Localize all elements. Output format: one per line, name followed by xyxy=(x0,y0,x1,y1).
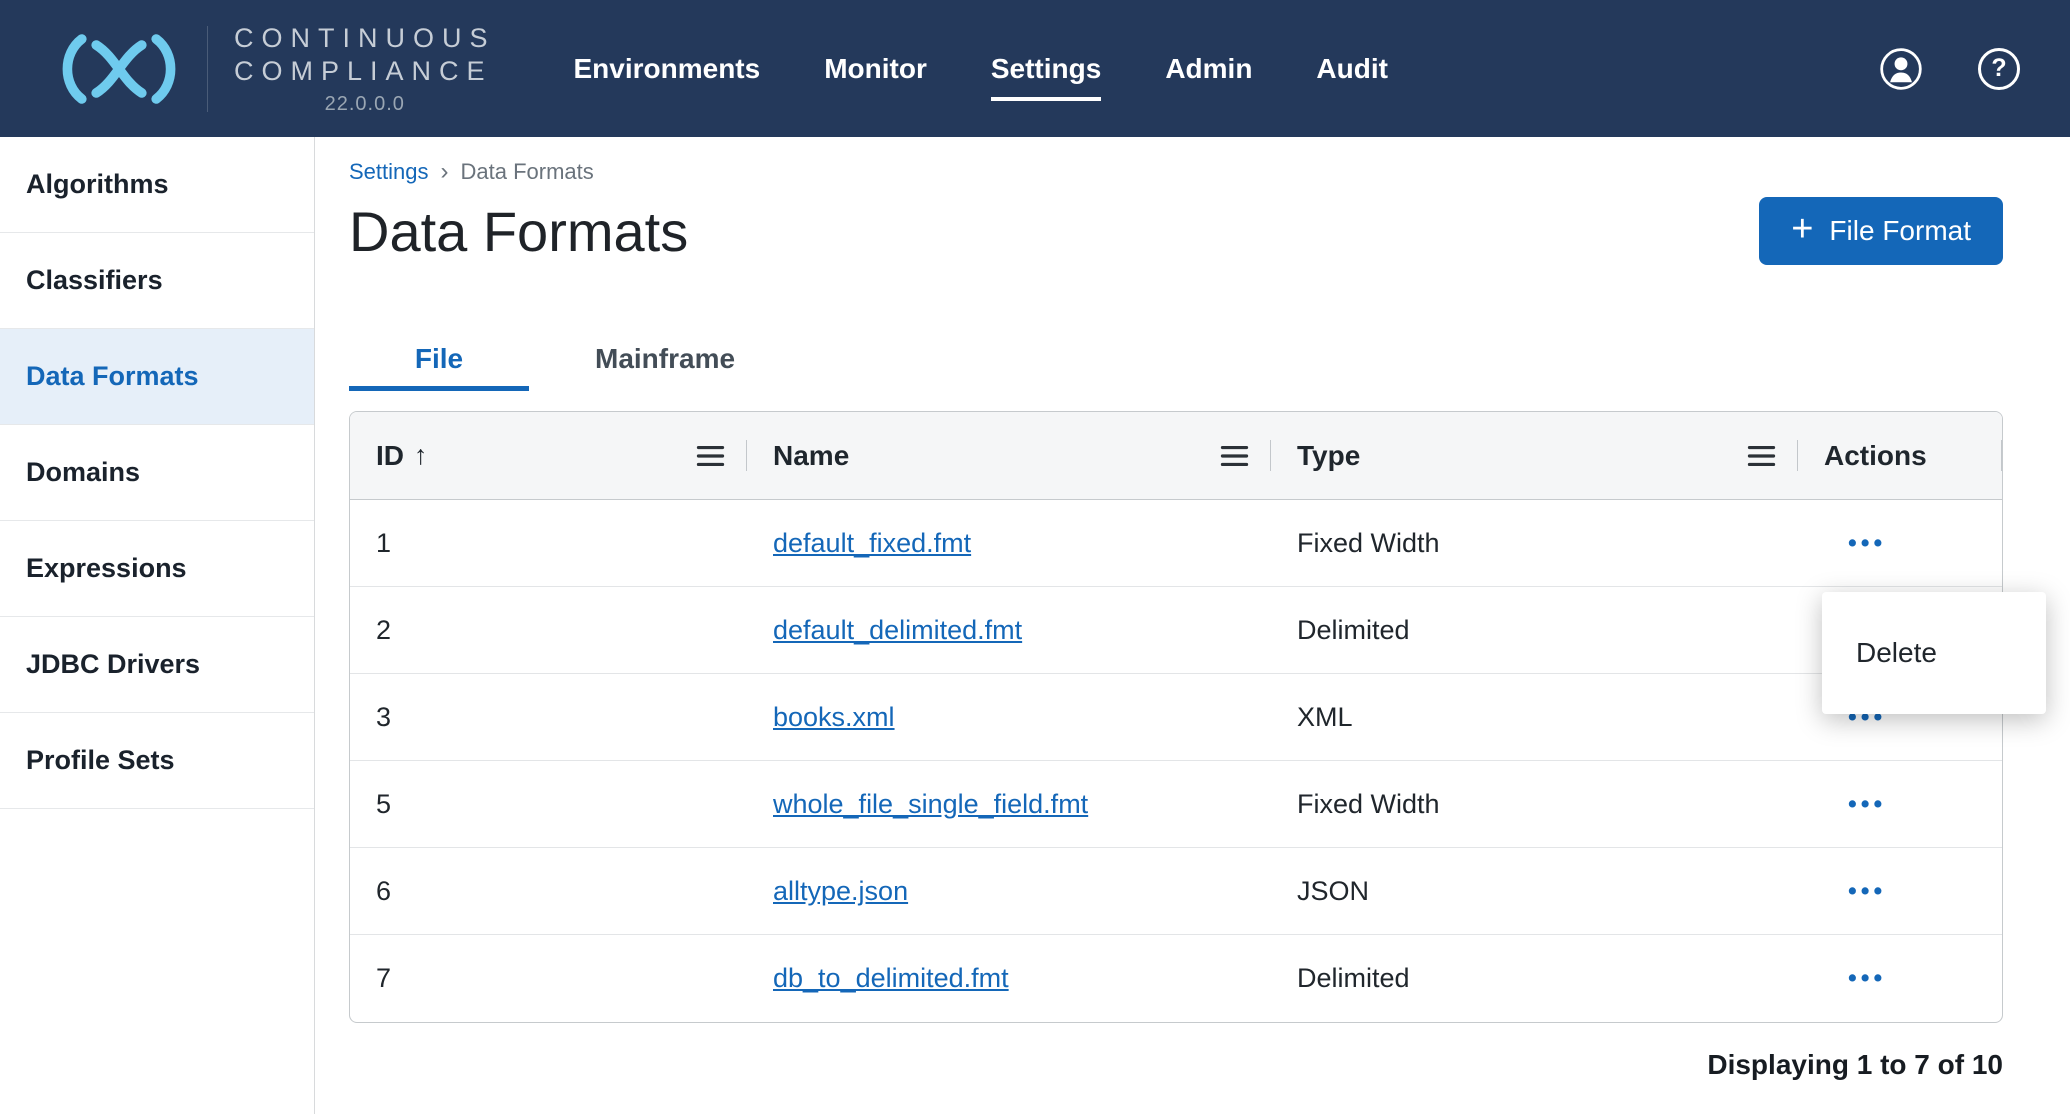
sidebar-item-data-formats[interactable]: Data Formats xyxy=(0,329,314,425)
cell-name: books.xml xyxy=(747,674,1271,760)
sidebar-item-classifiers[interactable]: Classifiers xyxy=(0,233,314,329)
main-content: Settings › Data Formats Data Formats + F… xyxy=(315,137,2070,1081)
column-header-id-label: ID xyxy=(376,440,404,472)
sidebar-item-jdbc-drivers[interactable]: JDBC Drivers xyxy=(0,617,314,713)
table-row: 3books.xmlXML••• xyxy=(350,674,2002,761)
format-name-link[interactable]: default_fixed.fmt xyxy=(773,528,971,559)
table-body: 1 default_fixed.fmt Fixed Width ••• 2 default… xyxy=(350,500,2002,1022)
plus-icon: + xyxy=(1791,210,1813,248)
column-header-type-label: Type xyxy=(1297,440,1360,472)
table-header: ID ↑ Name Type xyxy=(350,412,2002,500)
primary-nav: Environments Monitor Settings Admin Audit xyxy=(574,53,1388,85)
format-name-link[interactable]: books.xml xyxy=(773,702,895,733)
context-menu-item-delete[interactable]: Delete xyxy=(1822,622,2046,684)
breadcrumb-separator-icon: › xyxy=(441,158,449,186)
pagination-summary: Displaying 1 to 7 of 10 xyxy=(349,1049,2003,1081)
cell-actions: ••• xyxy=(1798,500,2002,586)
cell-name: default_delimited.fmt xyxy=(747,587,1271,673)
column-header-type[interactable]: Type xyxy=(1271,412,1798,499)
column-menu-icon[interactable] xyxy=(696,445,725,467)
row-actions-button[interactable]: ••• xyxy=(1848,877,1886,906)
format-name-link[interactable]: db_to_delimited.fmt xyxy=(773,963,1009,994)
cell-type: Fixed Width xyxy=(1271,500,1798,586)
navbar-icons: ? xyxy=(1878,46,2020,92)
cell-type: JSON xyxy=(1271,848,1798,934)
row-actions-button[interactable]: ••• xyxy=(1848,529,1886,558)
top-navbar: CONTINUOUS COMPLIANCE 22.0.0.0 Environme… xyxy=(0,0,2070,137)
table-row: 2default_delimited.fmtDelimited••• xyxy=(350,587,2002,674)
brand-text: CONTINUOUS COMPLIANCE 22.0.0.0 xyxy=(234,22,496,116)
nav-item-audit[interactable]: Audit xyxy=(1316,53,1388,85)
cell-actions: ••• xyxy=(1798,935,2002,1022)
sidebar-item-domains[interactable]: Domains xyxy=(0,425,314,521)
table-row: 1 default_fixed.fmt Fixed Width ••• xyxy=(350,500,2002,587)
cell-name: whole_file_single_field.fmt xyxy=(747,761,1271,847)
cell-name: db_to_delimited.fmt xyxy=(747,935,1271,1022)
format-name-link[interactable]: whole_file_single_field.fmt xyxy=(773,789,1088,820)
cell-actions: ••• xyxy=(1798,761,2002,847)
tab-bar: File Mainframe xyxy=(349,327,2003,391)
cell-actions: ••• xyxy=(1798,848,2002,934)
column-header-name-label: Name xyxy=(773,440,849,472)
column-header-name[interactable]: Name xyxy=(747,412,1271,499)
cell-name: alltype.json xyxy=(747,848,1271,934)
breadcrumb-current: Data Formats xyxy=(461,159,594,185)
column-header-actions: Actions xyxy=(1798,412,2002,499)
tab-file[interactable]: File xyxy=(349,327,529,391)
table-row: 5 whole_file_single_field.fmt Fixed Width •… xyxy=(350,761,2002,848)
brand-line-2: COMPLIANCE xyxy=(234,55,496,88)
user-avatar-icon[interactable] xyxy=(1878,46,1924,92)
add-file-format-button[interactable]: + File Format xyxy=(1759,197,2003,265)
column-menu-icon[interactable] xyxy=(1220,445,1249,467)
help-glyph: ? xyxy=(1991,54,2006,83)
nav-item-admin[interactable]: Admin xyxy=(1165,53,1252,85)
sidebar-item-profile-sets[interactable]: Profile Sets xyxy=(0,713,314,809)
title-row: Data Formats + File Format xyxy=(349,191,2003,271)
context-menu: Delete xyxy=(1822,592,2046,714)
brand-line-1: CONTINUOUS xyxy=(234,22,496,55)
column-header-id[interactable]: ID ↑ xyxy=(350,412,747,499)
cell-name: default_fixed.fmt xyxy=(747,500,1271,586)
cell-id: 1 xyxy=(350,500,747,586)
brand-group: CONTINUOUS COMPLIANCE 22.0.0.0 xyxy=(53,22,496,116)
column-menu-icon[interactable] xyxy=(1747,445,1776,467)
sidebar-item-expressions[interactable]: Expressions xyxy=(0,521,314,617)
format-name-link[interactable]: default_delimited.fmt xyxy=(773,615,1022,646)
format-name-link[interactable]: alltype.json xyxy=(773,876,908,907)
help-icon[interactable]: ? xyxy=(1978,48,2020,90)
cell-id: 3 xyxy=(350,674,747,760)
table-row: 6 alltype.json JSON ••• xyxy=(350,848,2002,935)
cell-type: Delimited xyxy=(1271,935,1798,1022)
brand-divider xyxy=(207,26,208,112)
cell-type: Delimited xyxy=(1271,587,1798,673)
sort-ascending-icon: ↑ xyxy=(414,440,428,471)
add-file-format-label: File Format xyxy=(1829,215,1971,247)
nav-item-monitor[interactable]: Monitor xyxy=(824,53,927,85)
nav-item-settings[interactable]: Settings xyxy=(991,53,1101,85)
cell-id: 6 xyxy=(350,848,747,934)
row-actions-button[interactable]: ••• xyxy=(1848,964,1886,993)
data-formats-table: ID ↑ Name Type xyxy=(349,411,2003,1023)
column-header-actions-label: Actions xyxy=(1824,440,1927,472)
page-title: Data Formats xyxy=(349,199,688,264)
cell-type: Fixed Width xyxy=(1271,761,1798,847)
version-label: 22.0.0.0 xyxy=(234,93,496,116)
sidebar-item-algorithms[interactable]: Algorithms xyxy=(0,137,314,233)
sidebar: AlgorithmsClassifiersData FormatsDomains… xyxy=(0,137,315,1114)
cell-type: XML xyxy=(1271,674,1798,760)
breadcrumb: Settings › Data Formats xyxy=(349,157,2003,187)
table-row: 7 db_to_delimited.fmt Delimited ••• xyxy=(350,935,2002,1022)
delphix-logo-icon xyxy=(53,33,185,105)
row-actions-button[interactable]: ••• xyxy=(1848,790,1886,819)
cell-id: 7 xyxy=(350,935,747,1022)
nav-item-environments[interactable]: Environments xyxy=(574,53,761,85)
cell-id: 5 xyxy=(350,761,747,847)
breadcrumb-settings-link[interactable]: Settings xyxy=(349,159,429,185)
tab-mainframe[interactable]: Mainframe xyxy=(575,327,755,391)
cell-id: 2 xyxy=(350,587,747,673)
